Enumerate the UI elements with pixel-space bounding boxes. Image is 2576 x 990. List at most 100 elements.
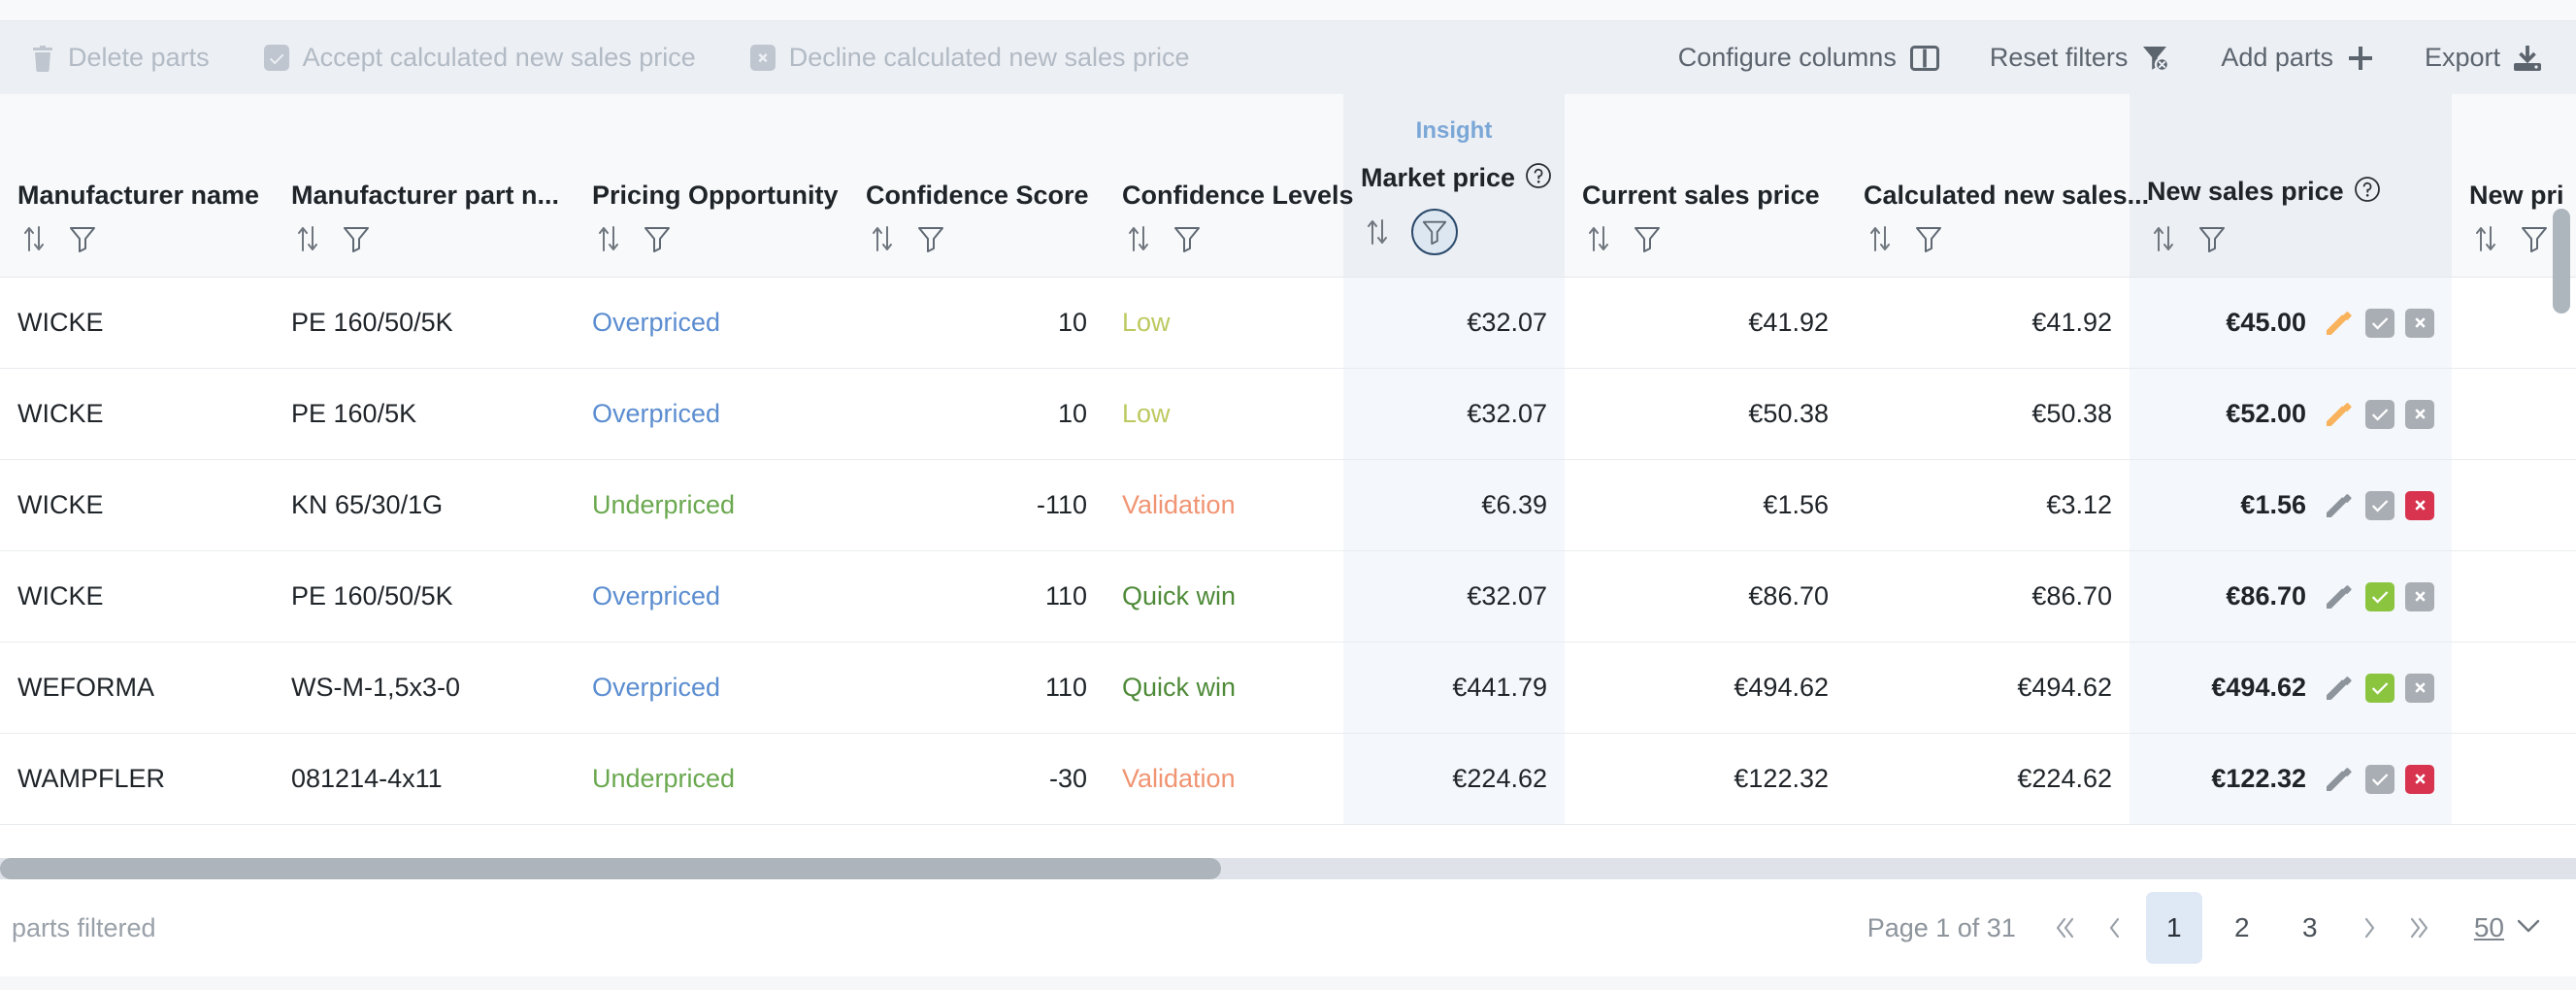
edit-price-icon[interactable] — [2322, 489, 2355, 522]
cell-confidence-levels: Quick win — [1105, 642, 1343, 734]
accept-price-button[interactable] — [2365, 308, 2394, 338]
filter-icon[interactable] — [1912, 222, 1945, 255]
close-box-icon — [749, 45, 776, 71]
sort-icon[interactable] — [866, 222, 899, 255]
sort-icon[interactable] — [291, 222, 324, 255]
table-row[interactable]: WICKE PE 160/5K Overpriced 10 Low €32.07 €50.3… — [0, 368, 2576, 460]
confidence-score-value: -30 — [1048, 764, 1087, 793]
column-header-confidence_score[interactable]: Confidence Score — [848, 94, 1105, 278]
column-header-confidence_levels[interactable]: Confidence Levels — [1105, 94, 1354, 278]
column-header-current_sales_price[interactable]: Current sales price — [1565, 94, 1846, 278]
prev-page-button[interactable] — [2090, 899, 2140, 957]
decline-calculated-price-button[interactable]: Decline calculated new sales price — [749, 43, 1190, 73]
filter-icon[interactable] — [66, 222, 99, 255]
cell-pricing-opportunity: Underpriced — [575, 459, 848, 551]
column-header-pricing_opportunity[interactable]: Pricing Opportunity — [575, 94, 848, 278]
accept-price-button[interactable] — [2365, 490, 2394, 520]
vertical-scrollbar-thumb[interactable] — [2553, 209, 2570, 314]
accept-price-button[interactable] — [2365, 764, 2394, 794]
current-sales-price-value: €50.38 — [1748, 399, 1829, 428]
sort-icon[interactable] — [17, 222, 50, 255]
edit-price-icon[interactable] — [2322, 672, 2355, 705]
filter-icon[interactable] — [340, 222, 373, 255]
last-page-button[interactable] — [2394, 899, 2445, 957]
decline-price-button[interactable] — [2405, 490, 2434, 520]
column-header-calculated_new_sales_price[interactable]: Calculated new sales... — [1846, 94, 2149, 278]
table-row[interactable]: WEFORMA WS-M-1,5x3-0 Overpriced 110 Quick wi… — [0, 642, 2576, 734]
page-button-3[interactable]: 3 — [2282, 892, 2338, 964]
cell-manufacturer-part-number: KN 65/30/1G — [274, 459, 575, 551]
add-parts-button[interactable]: Add parts — [2221, 43, 2374, 73]
pagination: Page 1 of 31 1 2 3 50 — [1867, 892, 2541, 964]
parts-table-body: WICKE PE 160/50/5K Overpriced 10 Low €32.07 €4… — [0, 277, 2576, 825]
download-icon — [2514, 45, 2541, 72]
decline-calculated-price-label: Decline calculated new sales price — [788, 43, 1190, 72]
new-sales-price-value: €494.62 — [2211, 673, 2306, 702]
sort-icon[interactable] — [1361, 215, 1394, 248]
pricing-opportunity-value: Overpriced — [592, 673, 721, 702]
edit-price-icon[interactable] — [2322, 580, 2355, 613]
table-row[interactable]: WAMPFLER 081214-4x11 Underpriced -30 Validat… — [0, 733, 2576, 825]
page-button-1[interactable]: 1 — [2145, 892, 2202, 964]
cell-manufacturer-part-number: PE 160/50/5K — [274, 550, 575, 643]
next-page-button[interactable] — [2344, 899, 2394, 957]
page-button-2[interactable]: 2 — [2214, 892, 2270, 964]
cell-confidence-score: 110 — [848, 642, 1105, 734]
column-overline-market_price: Insight — [1415, 117, 1493, 144]
current-sales-price-value: €86.70 — [1748, 581, 1829, 610]
filter-icon[interactable] — [914, 222, 947, 255]
help-icon[interactable] — [1524, 161, 1553, 195]
filter-icon[interactable] — [2518, 222, 2551, 255]
export-button[interactable]: Export — [2425, 43, 2541, 73]
filter-icon[interactable] — [1411, 209, 1458, 255]
table-row[interactable]: WICKE PE 160/50/5K Overpriced 10 Low €32.07 €4… — [0, 277, 2576, 369]
decline-price-button[interactable] — [2405, 308, 2434, 338]
decline-price-button[interactable] — [2405, 764, 2434, 794]
horizontal-scrollbar-thumb[interactable] — [0, 858, 1221, 879]
column-header-manufacturer_name[interactable]: Manufacturer name — [0, 94, 274, 278]
decline-price-button[interactable] — [2405, 399, 2434, 429]
decline-price-button[interactable] — [2405, 673, 2434, 703]
edit-price-icon[interactable] — [2322, 763, 2355, 796]
edit-price-icon[interactable] — [2322, 307, 2355, 340]
cell-new-sales-price: €1.56 — [2130, 459, 2452, 551]
first-page-button[interactable] — [2039, 899, 2090, 957]
sort-icon[interactable] — [1864, 222, 1897, 255]
column-header-manufacturer_part_number[interactable]: Manufacturer part n... — [274, 94, 575, 278]
export-label: Export — [2424, 43, 2500, 72]
column-title-current_sales_price: Current sales price — [1582, 180, 1820, 210]
vertical-scrollbar[interactable] — [2553, 209, 2570, 858]
horizontal-scrollbar[interactable] — [0, 858, 2576, 879]
filter-icon[interactable] — [2196, 222, 2229, 255]
sort-icon[interactable] — [2469, 222, 2502, 255]
accept-price-button[interactable] — [2365, 673, 2394, 703]
edit-price-icon[interactable] — [2322, 398, 2355, 431]
column-header-market_price[interactable]: Insight Market price — [1343, 94, 1565, 278]
sort-icon[interactable] — [1122, 222, 1155, 255]
table-row[interactable]: WICKE KN 65/30/1G Underpriced -110 Validatio… — [0, 459, 2576, 551]
filter-icon[interactable] — [641, 222, 674, 255]
page-size-selector[interactable]: 50 — [2474, 912, 2541, 943]
decline-price-button[interactable] — [2405, 581, 2434, 611]
configure-columns-button[interactable]: Configure columns — [1678, 43, 1939, 73]
accept-price-button[interactable] — [2365, 399, 2394, 429]
manufacturer-part-number-value: PE 160/5K — [291, 399, 417, 428]
sort-icon[interactable] — [1582, 222, 1615, 255]
accept-price-button[interactable] — [2365, 581, 2394, 611]
cell-calculated-new-sales-price: €86.70 — [1846, 550, 2130, 643]
filter-icon[interactable] — [1171, 222, 1204, 255]
accept-calculated-price-button[interactable]: Accept calculated new sales price — [263, 43, 696, 73]
column-header-new_sales_price[interactable]: New sales price — [2130, 94, 2452, 278]
delete-parts-button[interactable]: Delete parts — [31, 43, 210, 73]
reset-filters-label: Reset filters — [1989, 43, 2129, 72]
table-row[interactable]: WICKE PE 160/50/5K Overpriced 110 Quick win €… — [0, 550, 2576, 643]
help-icon[interactable] — [2353, 175, 2382, 209]
cell-current-sales-price: €41.92 — [1565, 277, 1846, 369]
market-price-value: €32.07 — [1467, 399, 1547, 428]
reset-filters-button[interactable]: Reset filters — [1990, 43, 2171, 73]
filter-icon[interactable] — [1631, 222, 1664, 255]
sort-icon[interactable] — [592, 222, 625, 255]
market-price-value: €32.07 — [1467, 308, 1547, 337]
sort-icon[interactable] — [2147, 222, 2180, 255]
cell-calculated-new-sales-price: €3.12 — [1846, 459, 2130, 551]
